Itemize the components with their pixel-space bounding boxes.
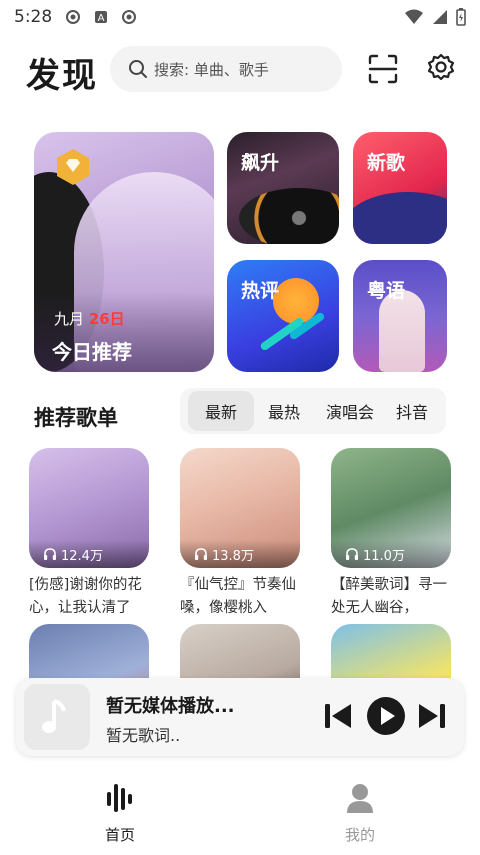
- headphones-icon: [346, 548, 358, 560]
- headphones-icon: [195, 548, 207, 560]
- record-icon-2: [122, 10, 137, 24]
- header: 发现 搜索: 单曲、歌手: [0, 44, 480, 96]
- status-time: 5:28: [14, 7, 53, 27]
- previous-button[interactable]: [320, 698, 356, 734]
- diamond-badge-icon: [57, 149, 89, 185]
- nav-mine-label: 我的: [344, 826, 375, 844]
- player-lyric: 暂无歌词..: [106, 726, 181, 745]
- playlist-name: 【醉美歌词】寻一处无人幽谷，: [331, 577, 447, 616]
- bottom-nav: 首页 我的: [0, 768, 480, 855]
- album-art: [24, 684, 90, 750]
- font-icon: A: [95, 11, 108, 24]
- date-month: 九月: [54, 310, 85, 328]
- playlist-name: [伤感]谢谢你的花心，让我认清了: [29, 577, 142, 616]
- previous-icon: [325, 704, 351, 728]
- playlist-cover: 12.4万: [29, 448, 149, 568]
- status-bar: 5:28 A: [0, 0, 480, 34]
- nav-mine[interactable]: 我的: [320, 782, 400, 845]
- tile-label: 粤语: [367, 280, 406, 302]
- play-count-value: 13.8万: [212, 548, 254, 564]
- playlist-cover: 11.0万: [331, 448, 451, 568]
- recommend-label: 今日推荐: [52, 340, 132, 364]
- user-icon: [347, 784, 373, 813]
- scan-icon[interactable]: [366, 52, 400, 86]
- abstract-wave: [353, 192, 447, 244]
- svg-text:A: A: [98, 13, 105, 24]
- tile-label: 飙升: [241, 152, 280, 174]
- play-count: 12.4万: [29, 540, 149, 568]
- play-count: 11.0万: [331, 540, 451, 568]
- tile-new-songs[interactable]: 新歌: [353, 132, 447, 244]
- tile-label: 热评: [241, 280, 280, 302]
- daily-recommend-card[interactable]: 九月 26日 今日推荐: [34, 132, 214, 372]
- tab-concert[interactable]: 演唱会: [314, 391, 386, 431]
- headphones-icon: [44, 548, 56, 560]
- next-icon: [419, 704, 445, 728]
- play-count-value: 12.4万: [61, 548, 103, 564]
- player-song-title: 暂无媒体播放...: [106, 696, 235, 717]
- tab-latest[interactable]: 最新: [188, 391, 254, 431]
- recommend-date: 九月 26日: [54, 308, 125, 329]
- play-count: 13.8万: [180, 540, 300, 568]
- tile-rising[interactable]: 飙升: [227, 132, 339, 244]
- playlist-tabs: 最新 最热 演唱会 抖音: [180, 388, 446, 434]
- playlist-name: 『仙气控』节奏仙嗓，像樱桃入: [180, 577, 296, 616]
- next-button[interactable]: [414, 698, 450, 734]
- signal-icon: [433, 10, 447, 24]
- mini-player[interactable]: 暂无媒体播放... 暂无歌词..: [16, 678, 464, 756]
- search-placeholder: 搜索: 单曲、歌手: [154, 60, 269, 79]
- battery-icon: [456, 8, 466, 26]
- tab-hottest[interactable]: 最热: [254, 391, 314, 431]
- date-day: 26日: [88, 310, 125, 328]
- wifi-icon: [405, 9, 423, 24]
- sound-bars-icon: [107, 784, 132, 812]
- nav-home-label: 首页: [104, 826, 135, 844]
- section-title: 推荐歌单: [34, 406, 118, 430]
- tile-cantonese[interactable]: 粤语: [353, 260, 447, 372]
- search-icon: [129, 60, 147, 78]
- play-icon: [367, 697, 405, 735]
- music-note-icon: [42, 699, 66, 733]
- play-button[interactable]: [366, 696, 406, 736]
- nav-home[interactable]: 首页: [80, 782, 160, 845]
- search-bar[interactable]: 搜索: 单曲、歌手: [110, 46, 342, 92]
- tab-douyin[interactable]: 抖音: [386, 391, 438, 431]
- tile-label: 新歌: [367, 152, 406, 174]
- tile-hot-comments[interactable]: 热评: [227, 260, 339, 372]
- page-title: 发现: [26, 56, 98, 96]
- turntable-image: [239, 188, 339, 244]
- play-count-value: 11.0万: [363, 548, 405, 564]
- record-icon: [66, 10, 81, 24]
- playlist-cover: 13.8万: [180, 448, 300, 568]
- settings-icon[interactable]: [424, 52, 458, 86]
